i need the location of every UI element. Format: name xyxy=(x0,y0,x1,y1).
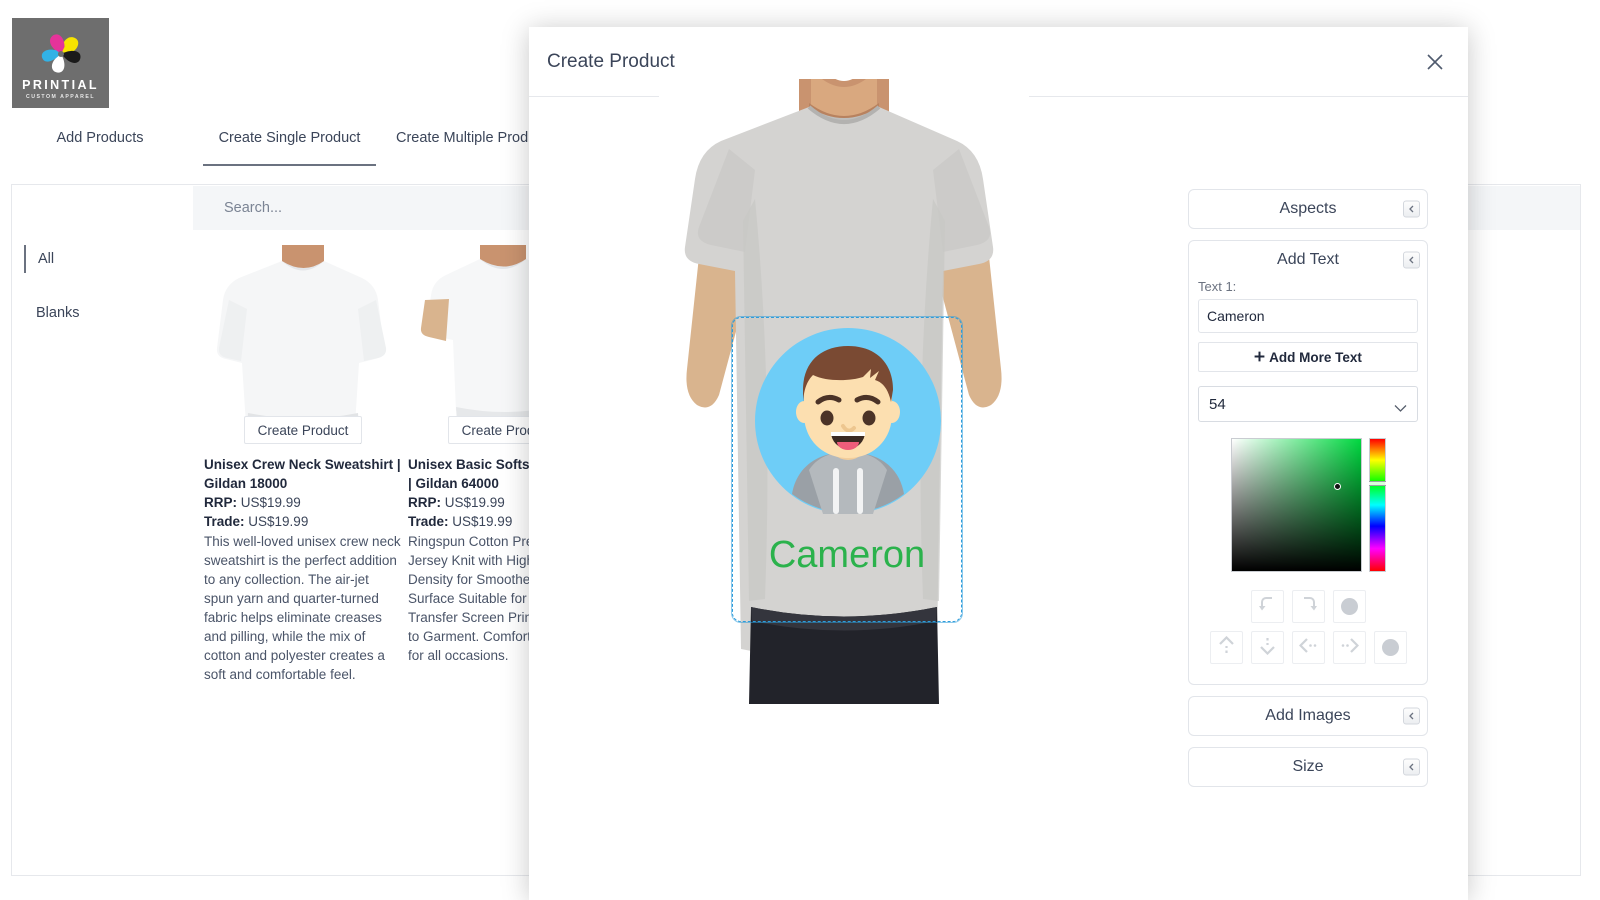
design-canvas[interactable]: Cameron xyxy=(529,69,1184,717)
modal-body: Cameron Aspects Add Text Text 1: Cameron… xyxy=(529,69,1468,900)
arrow-down-icon xyxy=(1258,636,1277,660)
rotate-right-icon xyxy=(1299,595,1318,619)
category-rail: All Blanks xyxy=(24,245,189,353)
tab-label: Create Single Product xyxy=(218,130,361,146)
modal-title: Create Product xyxy=(547,50,675,72)
move-down-button[interactable] xyxy=(1250,631,1284,664)
product-title: Unisex Crew Neck Sweatshirt | Gildan 180… xyxy=(204,457,401,491)
design-text: Cameron xyxy=(768,534,926,576)
hue-cursor[interactable] xyxy=(1368,481,1386,486)
text1-label: Text 1: xyxy=(1198,279,1237,294)
panel-title: Aspects xyxy=(1279,200,1337,217)
color-cursor[interactable] xyxy=(1333,483,1341,490)
add-more-text-button[interactable]: Add More Text xyxy=(1198,342,1418,372)
product-card[interactable]: Create Product Unisex Crew Neck Sweatshi… xyxy=(204,245,401,684)
panel-aspects-header[interactable]: Aspects xyxy=(1189,190,1427,228)
product-rrp: RRP: US$19.99 xyxy=(204,493,401,512)
rotate-left-icon xyxy=(1258,595,1277,619)
panel-size-header[interactable]: Size xyxy=(1189,748,1427,786)
add-more-text-label: Add More Text xyxy=(1269,349,1362,365)
rrp-label: RRP: xyxy=(204,495,237,510)
trade-label: Trade: xyxy=(408,514,449,529)
move-left-button[interactable] xyxy=(1291,631,1325,664)
panel-title: Size xyxy=(1292,758,1324,775)
rotate-left-button[interactable] xyxy=(1250,590,1284,623)
close-icon[interactable] xyxy=(1422,49,1448,75)
collapse-icon[interactable] xyxy=(1403,707,1420,725)
panel-add-text-header[interactable]: Add Text xyxy=(1189,241,1427,279)
crew-neck-sweatshirt-image xyxy=(204,245,401,444)
text1-input[interactable] xyxy=(1198,299,1418,333)
trade-value: US$19.99 xyxy=(248,514,309,529)
tool-panel: Aspects Add Text Text 1: Cameron Add Mor… xyxy=(1188,189,1428,798)
panel-aspects: Aspects xyxy=(1188,189,1428,229)
create-product-button[interactable]: Create Product xyxy=(244,416,362,444)
chevron-down-icon xyxy=(1394,400,1407,417)
transform-controls xyxy=(1198,590,1418,664)
sidebar-item-blanks[interactable]: Blanks xyxy=(24,299,189,327)
circle-icon xyxy=(1381,639,1399,656)
circle-icon xyxy=(1340,598,1358,615)
panel-add-images-header[interactable]: Add Images xyxy=(1189,697,1427,735)
color-picker[interactable] xyxy=(1198,438,1418,572)
rrp-value: US$19.99 xyxy=(444,495,505,510)
pinwheel-logo-icon xyxy=(41,34,81,73)
sidebar-item-label: Blanks xyxy=(36,305,80,321)
rotate-reset-button[interactable] xyxy=(1332,590,1366,623)
sidebar-item-label: All xyxy=(38,251,55,267)
font-size-select[interactable]: 54 xyxy=(1198,386,1418,422)
tab-create-single-product[interactable]: Create Single Product xyxy=(197,124,382,166)
product-trade: Trade: US$19.99 xyxy=(204,512,401,531)
brand-logo[interactable]: PRINTIAL CUSTOM APPAREL xyxy=(12,18,109,108)
collapse-icon[interactable] xyxy=(1403,200,1420,218)
trade-value: US$19.99 xyxy=(452,514,513,529)
font-size-value: 54 xyxy=(1209,395,1226,413)
panel-title: Add Text xyxy=(1277,251,1339,268)
rrp-value: US$19.99 xyxy=(240,495,301,510)
create-product-modal: Create Product Cameron Aspects Add Text … xyxy=(529,27,1468,900)
hue-slider[interactable] xyxy=(1368,438,1386,572)
product-image: Create Product xyxy=(204,245,401,444)
panel-add-text: Add Text Text 1: Cameron Add More Text 5… xyxy=(1188,240,1428,685)
move-right-button[interactable] xyxy=(1332,631,1366,664)
trade-label: Trade: xyxy=(204,514,245,529)
panel-title: Add Images xyxy=(1265,707,1351,724)
collapse-icon[interactable] xyxy=(1403,758,1420,776)
panel-size: Size xyxy=(1188,747,1428,787)
arrow-up-icon xyxy=(1217,635,1236,660)
arrow-left-icon xyxy=(1298,636,1318,660)
plus-icon xyxy=(1254,350,1265,365)
move-controls-row xyxy=(1198,631,1418,664)
brand-name: PRINTIAL xyxy=(22,78,99,93)
tab-label: Add Products xyxy=(56,130,144,146)
move-up-button[interactable] xyxy=(1209,631,1243,664)
panel-add-images: Add Images xyxy=(1188,696,1428,736)
tab-add-products[interactable]: Add Products xyxy=(30,124,170,166)
male-avatar-icon xyxy=(755,328,941,514)
saturation-value-box[interactable] xyxy=(1230,438,1362,572)
design-selection-frame[interactable]: Cameron xyxy=(731,316,963,623)
product-description: This well-loved unisex crew neck sweatsh… xyxy=(204,534,401,682)
move-reset-button[interactable] xyxy=(1373,631,1407,664)
rrp-label: RRP: xyxy=(408,495,441,510)
rotate-right-button[interactable] xyxy=(1291,590,1325,623)
create-product-label: Create Product xyxy=(257,422,349,438)
sidebar-item-all[interactable]: All xyxy=(24,245,189,273)
panel-add-text-body: Text 1: Add More Text 54 xyxy=(1189,279,1427,684)
brand-tagline: CUSTOM APPAREL xyxy=(25,93,96,100)
collapse-icon[interactable] xyxy=(1403,251,1420,269)
arrow-right-icon xyxy=(1340,636,1359,660)
rotate-controls-row xyxy=(1198,590,1418,623)
